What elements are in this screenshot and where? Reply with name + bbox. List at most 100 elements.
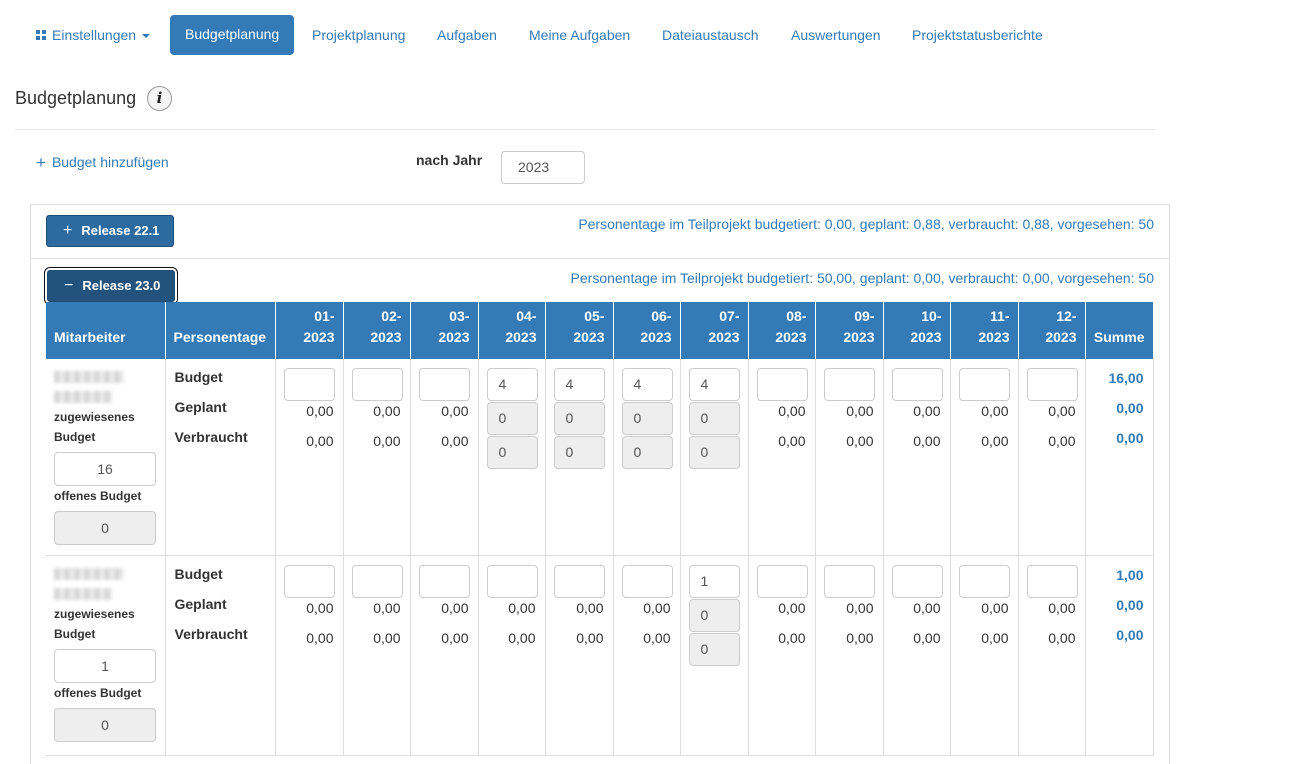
- assigned-budget-input[interactable]: 16: [54, 452, 156, 486]
- tab-auswertungen[interactable]: Auswertungen: [783, 15, 889, 55]
- year-label: 2023: [978, 329, 1010, 345]
- tab-projektplanung[interactable]: Projektplanung: [304, 15, 413, 55]
- month-cell: 0,00 0,00: [275, 555, 344, 756]
- budget-input[interactable]: [958, 564, 1010, 598]
- used-input: 0: [688, 436, 740, 469]
- month-cell: 0,00 0,00: [545, 555, 614, 756]
- used-value: 0,00: [1048, 433, 1076, 449]
- month-cell: 0,00 0,00: [410, 359, 479, 556]
- column-header-month: 11- 2023: [950, 302, 1019, 359]
- budget-input[interactable]: [486, 564, 538, 598]
- budget-input[interactable]: [418, 564, 470, 598]
- month-label: 08-: [786, 308, 807, 324]
- budget-input[interactable]: [1026, 564, 1078, 598]
- budget-input[interactable]: 1: [688, 564, 740, 598]
- table-row: zugewiesenes Budget 1 offenes Budget 0 Budget…: [46, 555, 1154, 756]
- table-header-row: Mitarbeiter Personentage 01- 2023 02- 2023 0…: [46, 302, 1154, 359]
- used-value: 0,00: [373, 433, 401, 449]
- tab-budgetplanung[interactable]: Budgetplanung: [170, 15, 295, 55]
- budget-input[interactable]: 4: [688, 368, 740, 401]
- planned-label: Geplant: [174, 595, 227, 612]
- year-label: 2023: [505, 329, 537, 345]
- used-value: 0,00: [913, 629, 941, 646]
- budget-input[interactable]: [823, 564, 875, 598]
- used-value: 0,00: [441, 433, 469, 449]
- release-label: Release 22.1: [81, 223, 160, 238]
- planned-value: 0,00: [306, 403, 334, 419]
- budget-input[interactable]: [958, 368, 1010, 401]
- budget-input[interactable]: [823, 368, 875, 401]
- budget-input[interactable]: 4: [621, 368, 673, 401]
- settings-dropdown[interactable]: Einstellungen: [28, 15, 158, 55]
- budget-input[interactable]: [1026, 368, 1078, 401]
- used-value: 0,00: [981, 629, 1009, 646]
- release-summary: Personentage im Teilprojekt budgetiert: …: [578, 216, 1154, 232]
- release-toggle-button[interactable]: + Release 22.1: [46, 215, 175, 247]
- add-budget-label: Budget hinzufügen: [51, 154, 169, 170]
- person-days-labels-cell: Budget Geplant Verbraucht: [165, 359, 276, 556]
- budget-input[interactable]: [756, 564, 808, 598]
- budget-input[interactable]: [891, 368, 943, 401]
- budget-input[interactable]: [418, 368, 470, 401]
- add-budget-link[interactable]: + Budget hinzufügen: [36, 152, 169, 172]
- used-value: 0,00: [373, 629, 401, 646]
- used-value: 0,00: [981, 433, 1009, 449]
- planned-input: 0: [621, 402, 673, 435]
- column-header-month: 07- 2023: [680, 302, 749, 359]
- budget-input[interactable]: [351, 368, 403, 401]
- tab-dateiaustausch[interactable]: Dateiaustausch: [654, 15, 767, 55]
- month-cell: 0,00 0,00: [1018, 359, 1086, 556]
- budget-input[interactable]: [756, 368, 808, 401]
- column-header-month: 10- 2023: [883, 302, 951, 359]
- info-icon[interactable]: i: [147, 86, 172, 111]
- month-cell: 400: [478, 359, 546, 556]
- month-cell: 0,00 0,00: [613, 555, 681, 756]
- tab-projektstatusberichte[interactable]: Projektstatusberichte: [904, 15, 1051, 55]
- budget-input[interactable]: [621, 564, 673, 598]
- budget-input[interactable]: 4: [486, 368, 538, 401]
- month-cell: 0,00 0,00: [748, 359, 816, 556]
- budget-input[interactable]: [891, 564, 943, 598]
- sum-used: 0,00: [1116, 626, 1144, 643]
- month-cell: 0,00 0,00: [883, 555, 951, 756]
- used-value: 0,00: [913, 433, 941, 449]
- used-value: 0,00: [306, 629, 334, 646]
- assigned-budget-label: Budget: [54, 430, 96, 444]
- budget-input[interactable]: [283, 368, 335, 401]
- release-toggle-button[interactable]: − Release 23.0: [47, 270, 176, 302]
- month-label: 02-: [381, 308, 402, 324]
- month-label: 07-: [719, 308, 740, 324]
- assigned-budget-input[interactable]: 1: [54, 648, 156, 683]
- used-input: 0: [688, 632, 740, 666]
- planned-input: 0: [688, 598, 740, 632]
- year-label: 2023: [640, 329, 672, 345]
- column-header-month: 05- 2023: [545, 302, 614, 359]
- planned-value: 0,00: [441, 403, 469, 419]
- grid-icon: [36, 30, 46, 41]
- tab-meine-aufgaben[interactable]: Meine Aufgaben: [521, 15, 638, 55]
- person-days-labels-cell: Budget Geplant Verbraucht: [165, 555, 276, 756]
- month-label: 09-: [854, 308, 875, 324]
- month-label: 12-: [1056, 308, 1077, 324]
- year-label: 2023: [708, 329, 740, 345]
- year-label: 2023: [843, 329, 875, 345]
- budget-input[interactable]: 4: [553, 368, 605, 401]
- year-filter-input[interactable]: 2023: [501, 151, 585, 184]
- used-value: 0,00: [441, 629, 469, 646]
- budget-input[interactable]: [351, 564, 403, 598]
- month-label: 01-: [314, 308, 335, 324]
- sum-planned: 0,00: [1116, 596, 1144, 613]
- tab-aufgaben[interactable]: Aufgaben: [429, 15, 505, 55]
- budget-input[interactable]: [283, 564, 335, 598]
- used-label: Verbraucht: [174, 625, 248, 642]
- open-budget-label: offenes Budget: [54, 489, 142, 503]
- employee-name-redacted: [54, 391, 112, 403]
- year-label: 2023: [370, 329, 402, 345]
- used-value: 0,00: [643, 629, 671, 646]
- column-header-month: 04- 2023: [478, 302, 546, 359]
- used-value: 0,00: [306, 433, 334, 449]
- column-header-month: 09- 2023: [815, 302, 884, 359]
- planned-value: 0,00: [373, 599, 401, 616]
- month-cell: 0,00 0,00: [1018, 555, 1086, 756]
- budget-input[interactable]: [553, 564, 605, 598]
